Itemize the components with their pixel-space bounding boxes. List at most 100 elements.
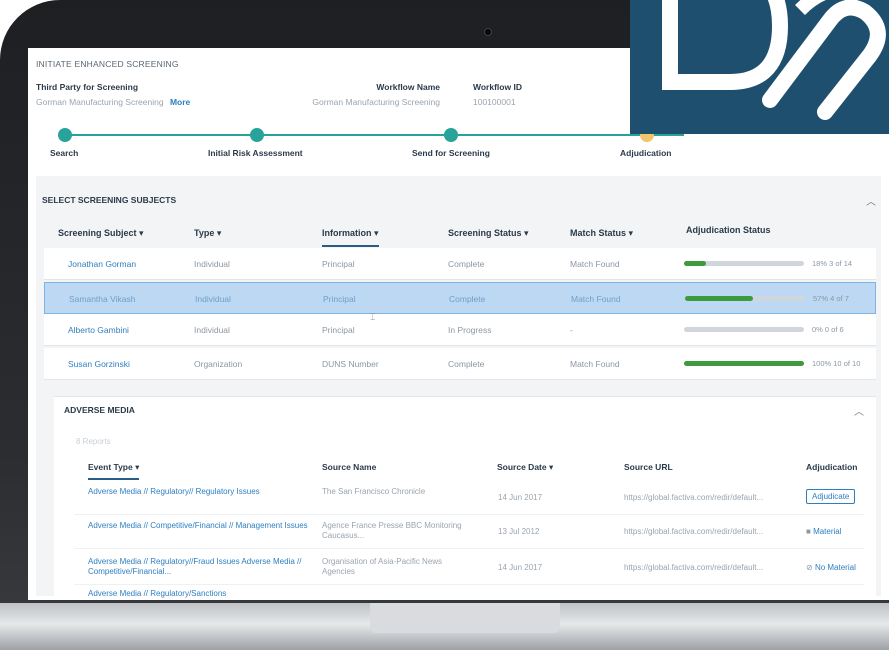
report-count: 8 Reports xyxy=(76,437,111,446)
step-dot-search[interactable] xyxy=(58,128,72,142)
subject-information: Principal xyxy=(322,325,355,335)
adjudicate-button[interactable]: Adjudicate xyxy=(806,489,856,504)
col-adjudication: Adjudication xyxy=(806,462,858,472)
list-item: Adverse Media // Regulatory/Sanctions xyxy=(74,587,864,600)
adjudication-progress-fill xyxy=(685,296,754,301)
table-row[interactable]: Jonathan Gorman Individual Principal Comple… xyxy=(44,248,876,280)
chevron-up-icon[interactable]: ︿ xyxy=(866,193,876,208)
source-date: 13 Jul 2012 xyxy=(498,527,540,536)
source-name: Agence France Presse BBC Monitoring Cauc… xyxy=(322,521,462,540)
workflow-id-label: Workflow ID xyxy=(473,82,522,92)
subject-type: Individual xyxy=(194,259,230,269)
workflow-name-block: Workflow Name Gorman Manufacturing Scree… xyxy=(300,82,440,107)
table-row[interactable]: Alberto Gambini Individual Principal In Pro… xyxy=(44,314,876,346)
source-url[interactable]: https://global.factiva.com/redir/default… xyxy=(624,527,799,537)
adverse-media-title: ADVERSE MEDIA xyxy=(64,405,135,415)
col-source-date[interactable]: Source Date ▾ xyxy=(497,462,553,473)
col-event-type[interactable]: Event Type ▾ xyxy=(88,462,140,480)
third-party-block: Third Party for Screening Gorman Manufac… xyxy=(36,82,190,107)
subject-screening-status: In Progress xyxy=(448,325,492,335)
list-item: Adverse Media // Regulatory//Fraud Issue… xyxy=(74,555,864,585)
no-material-tag[interactable]: ⊘ No Material xyxy=(806,563,856,572)
subject-match-status: - xyxy=(570,325,573,335)
adjudication-progress-bar xyxy=(685,296,805,301)
third-party-value: Gorman Manufacturing Screening xyxy=(36,97,164,107)
col-source-name[interactable]: Source Name xyxy=(322,462,376,472)
step-label-search[interactable]: Search xyxy=(50,148,78,158)
subjects-title: SELECT SCREENING SUBJECTS xyxy=(42,195,177,205)
subject-screening-status: Complete xyxy=(448,259,485,269)
source-name: The San Francisco Chronicle xyxy=(322,487,426,496)
more-link[interactable]: More xyxy=(170,97,190,107)
stepper-track xyxy=(64,134,684,136)
subject-name[interactable]: Alberto Gambini xyxy=(68,325,129,335)
step-label-adjudication[interactable]: Adjudication xyxy=(620,148,671,158)
list-item: Adverse Media // Regulatory// Regulatory… xyxy=(74,485,864,515)
material-tag[interactable]: ■ Material xyxy=(806,527,842,536)
subject-name[interactable]: Jonathan Gorman xyxy=(68,259,136,269)
workflow-name-value: Gorman Manufacturing Screening xyxy=(312,97,440,107)
event-type-link[interactable]: Adverse Media // Regulatory/Sanctions xyxy=(88,589,308,599)
step-dot-initial-risk[interactable] xyxy=(250,128,264,142)
webcam-icon xyxy=(484,28,492,36)
col-information[interactable]: Information ▾ xyxy=(322,228,379,247)
subject-information: Principal xyxy=(323,294,356,304)
event-type-link[interactable]: Adverse Media // Regulatory//Fraud Issue… xyxy=(88,557,308,577)
adjudication-progress-bar xyxy=(684,261,804,266)
col-screening-status[interactable]: Screening Status ▾ xyxy=(448,228,529,239)
logo-mark-icon xyxy=(662,0,886,120)
subject-match-status: Match Found xyxy=(570,359,620,369)
step-label-send[interactable]: Send for Screening xyxy=(412,148,490,158)
adjudication-label: No Material xyxy=(814,563,856,572)
adjudication-progress-text: 57% 4 of 7 xyxy=(813,294,849,303)
material-icon: ■ xyxy=(806,527,814,536)
laptop-hinge-notch xyxy=(370,603,560,633)
adverse-media-section: ADVERSE MEDIA ︿ 8 Reports Event Type ▾ S… xyxy=(54,396,876,600)
subject-name[interactable]: Susan Gorzinski xyxy=(68,359,130,369)
col-type[interactable]: Type ▾ xyxy=(194,228,221,239)
adjudication-progress-bar xyxy=(684,327,804,332)
page-title: INITIATE ENHANCED SCREENING xyxy=(36,59,179,69)
subject-information: DUNS Number xyxy=(322,359,379,369)
workflow-name-label: Workflow Name xyxy=(376,82,440,92)
subject-type: Individual xyxy=(194,325,230,335)
col-source-url: Source URL xyxy=(624,462,673,472)
event-type-link[interactable]: Adverse Media // Competitive/Financial /… xyxy=(88,521,308,531)
adjudication-progress-text: 0% 0 of 6 xyxy=(812,325,844,334)
workflow-id-block: Workflow ID 100100001 xyxy=(473,82,522,107)
subject-name[interactable]: Samantha Vikash xyxy=(69,294,135,304)
brand-logo xyxy=(630,0,889,134)
table-row[interactable]: Susan Gorzinski Organization DUNS Number Co… xyxy=(44,348,876,380)
col-screening-subject[interactable]: Screening Subject ▾ xyxy=(58,228,144,239)
third-party-label: Third Party for Screening xyxy=(36,82,139,92)
subject-match-status: Match Found xyxy=(571,294,621,304)
mouse-cursor-icon: ⌶ xyxy=(370,312,376,322)
source-url[interactable]: https://global.factiva.com/redir/default… xyxy=(624,563,799,573)
subject-type: Organization xyxy=(194,359,243,369)
step-label-initial-risk[interactable]: Initial Risk Assessment xyxy=(208,148,303,158)
list-item: Adverse Media // Competitive/Financial /… xyxy=(74,519,864,549)
subject-type: Individual xyxy=(195,294,231,304)
adjudication-label: Material xyxy=(813,527,842,536)
table-row[interactable]: Samantha Vikash Individual Principal Comple… xyxy=(44,282,876,314)
adjudication-progress-bar xyxy=(684,361,804,366)
subject-screening-status: Complete xyxy=(448,359,485,369)
subject-information: Principal xyxy=(322,259,355,269)
adjudication-progress-text: 100% 10 of 10 xyxy=(812,359,861,368)
source-date: 14 Jun 2017 xyxy=(498,493,543,502)
adjudication-progress-text: 18% 3 of 14 xyxy=(812,259,853,268)
adjudication-progress-fill xyxy=(684,361,804,366)
col-match-status[interactable]: Match Status ▾ xyxy=(570,228,633,239)
col-adjudication-status: Adjudication Status xyxy=(686,225,771,235)
subject-screening-status: Complete xyxy=(449,294,486,304)
chevron-up-icon[interactable]: ︿ xyxy=(854,403,864,418)
subject-match-status: Match Found xyxy=(570,259,620,269)
workflow-id-value: 100100001 xyxy=(473,97,516,107)
source-name: Organisation of Asia-Pacific News Agenci… xyxy=(322,557,443,576)
source-date: 14 Jun 2017 xyxy=(498,563,543,572)
event-type-link[interactable]: Adverse Media // Regulatory// Regulatory… xyxy=(88,487,308,497)
adjudication-progress-fill xyxy=(684,261,706,266)
step-dot-send[interactable] xyxy=(444,128,458,142)
no-material-icon: ⊘ xyxy=(806,563,815,572)
source-url[interactable]: https://global.factiva.com/redir/default… xyxy=(624,493,799,503)
